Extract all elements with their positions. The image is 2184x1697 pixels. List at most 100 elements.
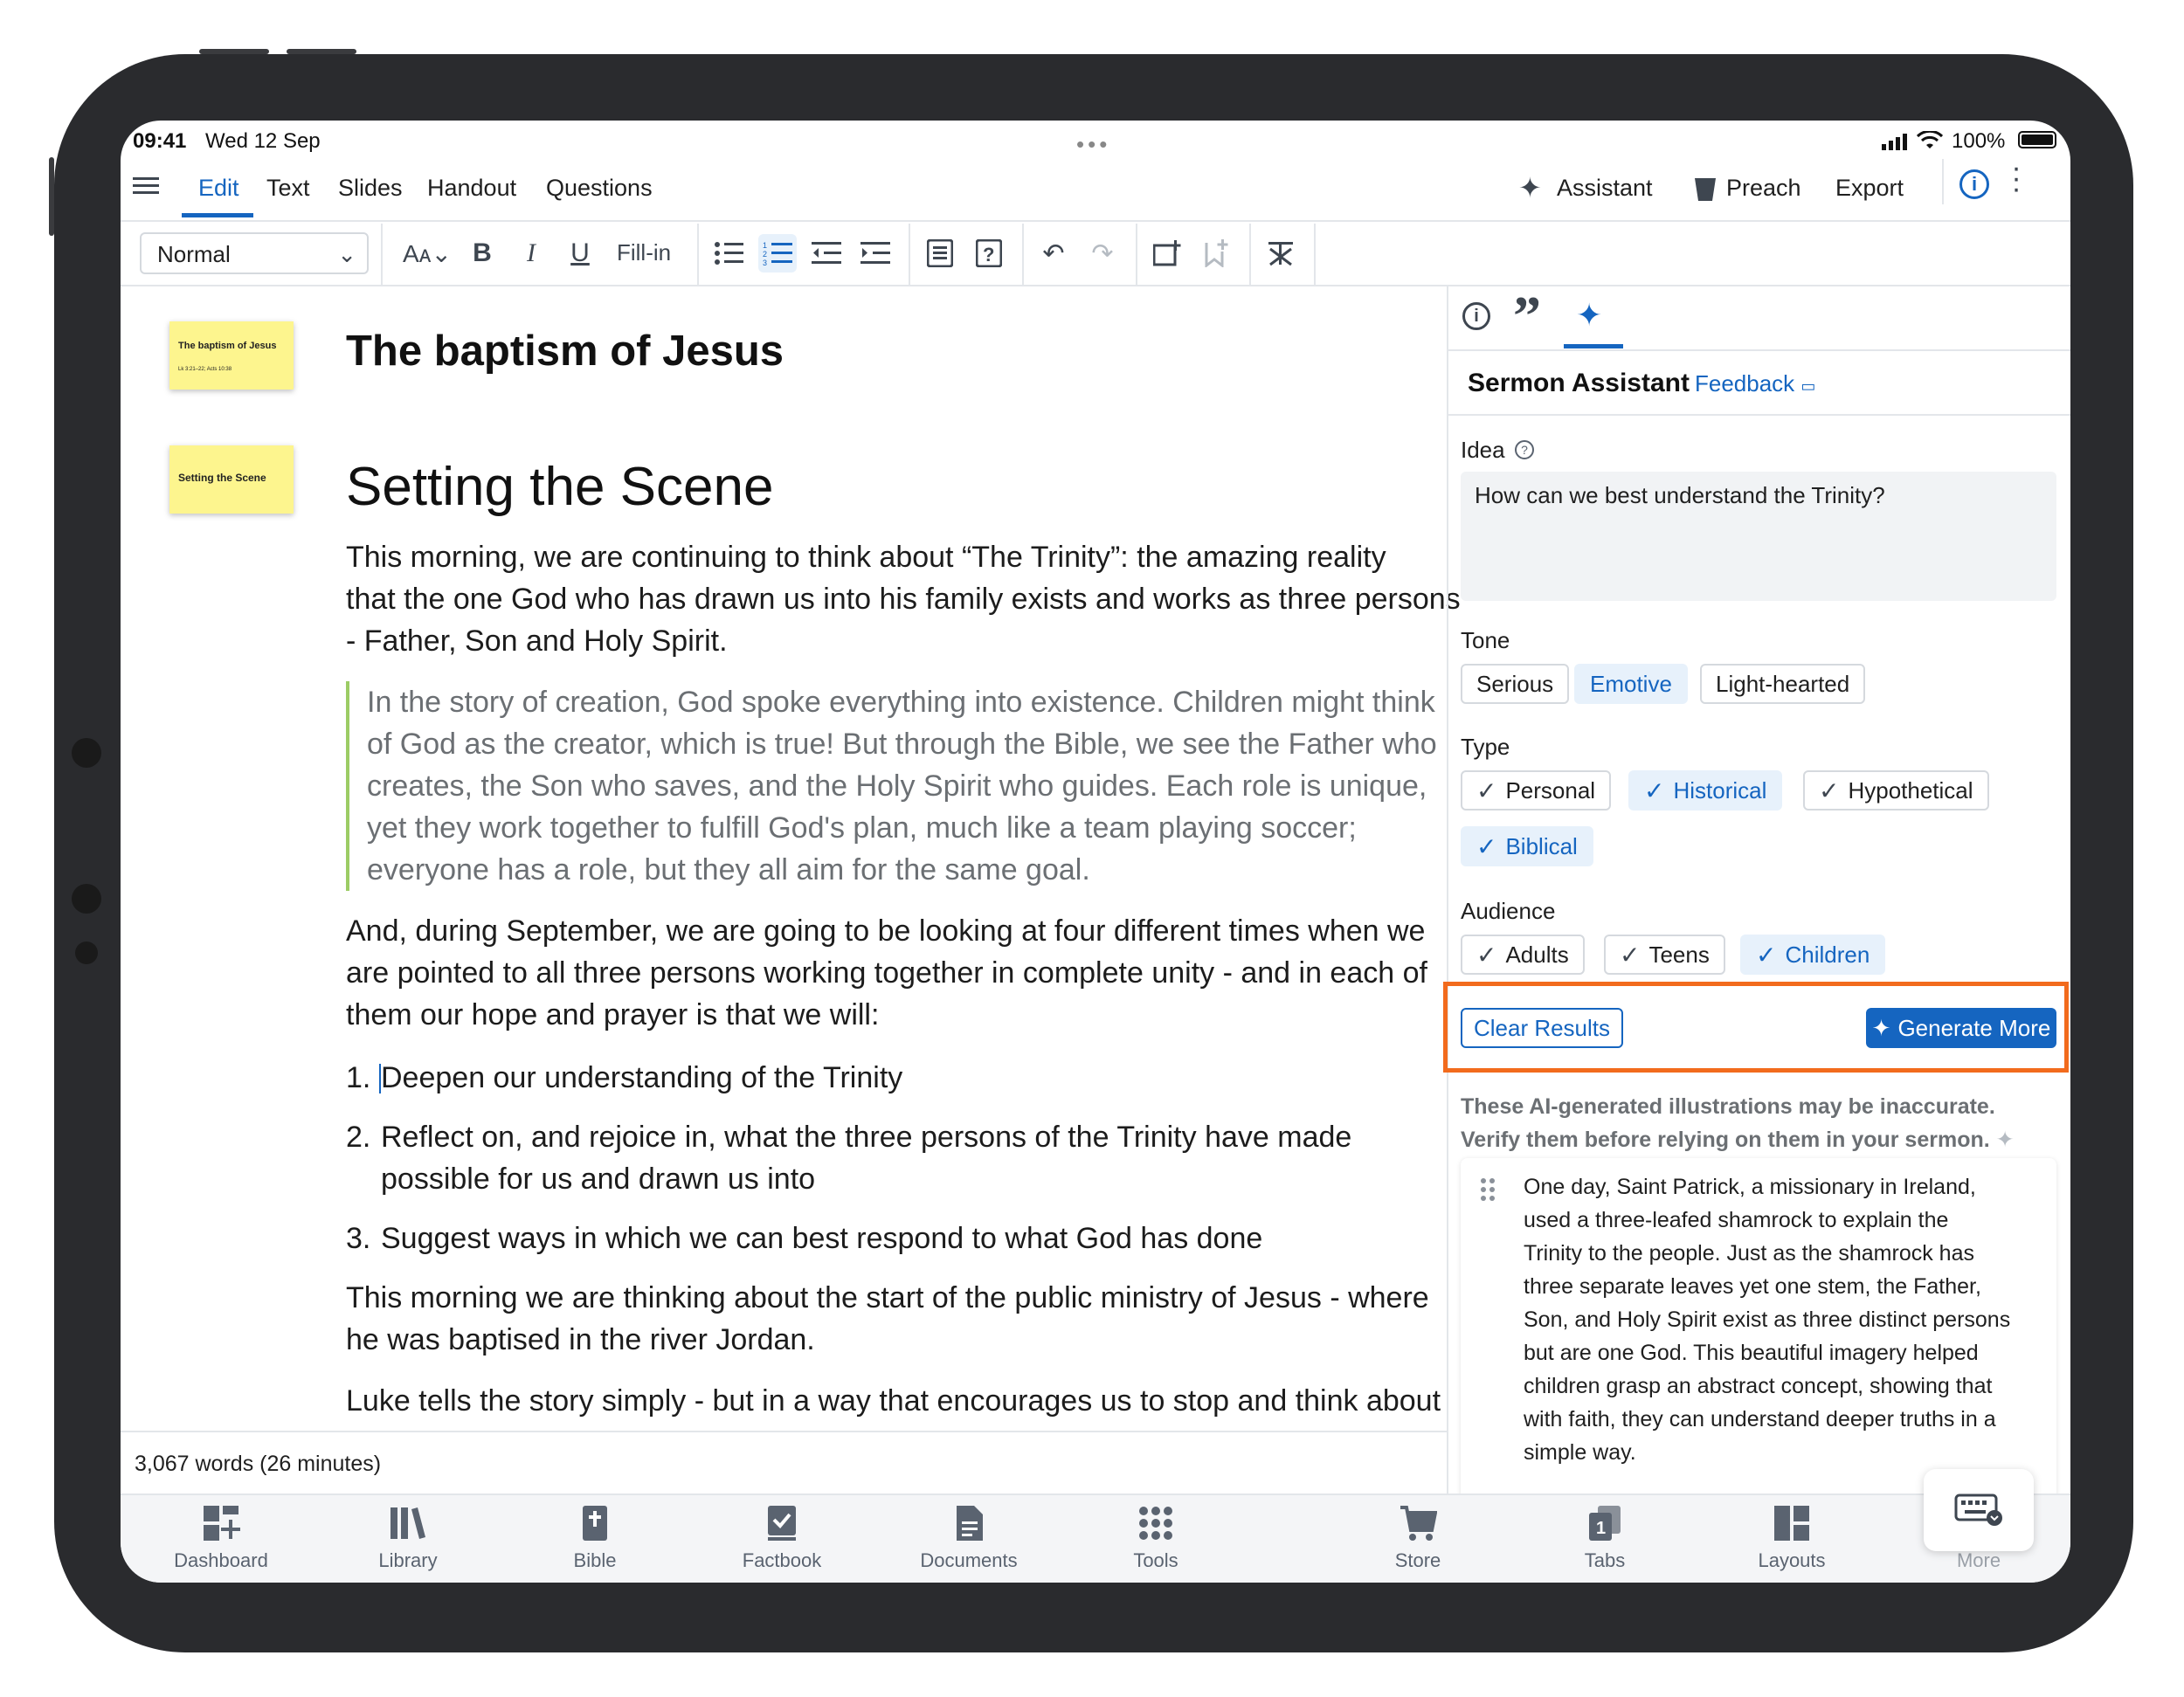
- audience-chip-adults[interactable]: ✓ Adults: [1461, 935, 1585, 975]
- menu-handout[interactable]: Handout: [427, 175, 516, 202]
- clear-results-button[interactable]: Clear Results: [1461, 1008, 1623, 1048]
- quote-line: creates, the Son who saves, and the Holy…: [367, 769, 1427, 803]
- paragraph[interactable]: This morning we are thinking about the s…: [346, 1277, 1429, 1361]
- tab-dashboard[interactable]: Dashboard: [160, 1504, 282, 1572]
- assistant-button[interactable]: Assistant: [1557, 175, 1653, 202]
- generate-more-label: Generate More: [1897, 1014, 2051, 1041]
- pulpit-icon: [1693, 176, 1717, 207]
- type-chip-biblical[interactable]: ✓ Biblical: [1461, 826, 1593, 866]
- toolbar-divider: [909, 224, 910, 285]
- bold-icon[interactable]: B: [463, 234, 501, 272]
- tab-tools[interactable]: Tools: [1095, 1504, 1217, 1572]
- undo-icon[interactable]: ↶: [1034, 234, 1073, 272]
- status-time: 09:41: [133, 129, 187, 153]
- paragraph[interactable]: And, during September, we are going to b…: [346, 910, 1427, 1036]
- audience-chip-teens[interactable]: ✓ Teens: [1604, 935, 1725, 975]
- indent-icon[interactable]: [856, 234, 895, 272]
- feedback-link[interactable]: Feedback ▭: [1695, 370, 1815, 397]
- slide-thumbnail[interactable]: Setting the Scene: [169, 445, 294, 514]
- tab-bible[interactable]: Bible: [534, 1504, 656, 1572]
- handout-block-icon[interactable]: [921, 234, 959, 272]
- tab-label: More: [1956, 1549, 2001, 1571]
- type-chip-hypothetical[interactable]: ✓ Hypothetical: [1803, 770, 1989, 811]
- export-button[interactable]: Export: [1835, 175, 1904, 202]
- generate-more-button[interactable]: ✦ Generate More: [1866, 1008, 2056, 1048]
- menu-text[interactable]: Text: [266, 175, 310, 202]
- result-line: three separate leaves yet one stem, the …: [1524, 1274, 1981, 1299]
- add-bookmark-icon[interactable]: [1197, 234, 1235, 272]
- hamburger-menu-icon[interactable]: [133, 173, 159, 198]
- bullet-list-icon[interactable]: [709, 234, 748, 272]
- volume-button: [199, 49, 269, 54]
- tone-chip-light-hearted[interactable]: Light-hearted: [1700, 664, 1866, 704]
- type-chip-historical[interactable]: ✓ Historical: [1628, 770, 1783, 811]
- preach-button[interactable]: Preach: [1726, 175, 1801, 202]
- list-item[interactable]: Suggest ways in which we can best respon…: [381, 1218, 1262, 1259]
- list-item[interactable]: Deepen our understanding of the Trinity: [381, 1057, 902, 1099]
- paragraph[interactable]: This morning, we are continuing to think…: [346, 536, 1461, 662]
- clear-formatting-icon[interactable]: [1261, 234, 1300, 272]
- underline-icon[interactable]: U: [561, 234, 599, 272]
- check-icon: ✓: [1476, 832, 1497, 860]
- paragraph-style-value: Normal: [157, 241, 231, 267]
- tab-store[interactable]: Store: [1357, 1504, 1479, 1572]
- section-heading[interactable]: Setting the Scene: [346, 456, 773, 518]
- paragraph[interactable]: Luke tells the story simply - but in a w…: [346, 1380, 1441, 1418]
- more-vertical-icon[interactable]: · · ·: [2008, 153, 2025, 204]
- wifi-icon: [1916, 129, 1944, 155]
- idea-input[interactable]: How can we best understand the Trinity?: [1461, 472, 2056, 601]
- list-item[interactable]: Reflect on, and rejoice in, what the thr…: [381, 1116, 1351, 1200]
- disclaimer-line: Verify them before relying on them in yo…: [1461, 1128, 1990, 1152]
- audience-label: Audience: [1461, 898, 1556, 924]
- add-slide-icon[interactable]: [1148, 234, 1186, 272]
- comment-icon: ▭: [1800, 377, 1816, 395]
- screen: 09:41 Wed 12 Sep ••• 100% Edit Text Slid…: [121, 121, 2070, 1583]
- menu-questions[interactable]: Questions: [546, 175, 653, 202]
- assistant-tab-icon[interactable]: ✦: [1576, 297, 1602, 334]
- type-chip-personal[interactable]: ✓ Personal: [1461, 770, 1612, 811]
- tone-chip-serious[interactable]: Serious: [1461, 664, 1570, 704]
- block-quote[interactable]: In the story of creation, God spoke ever…: [346, 681, 1437, 891]
- numbered-list-icon[interactable]: 123: [758, 234, 797, 272]
- question-block-icon[interactable]: ?: [970, 234, 1008, 272]
- word-count: 3,067 words (26 minutes): [135, 1452, 382, 1476]
- feedback-label: Feedback: [1695, 370, 1795, 397]
- toolbar-divider: [1249, 224, 1251, 285]
- document-title[interactable]: The baptism of Jesus: [346, 327, 784, 376]
- tab-library[interactable]: Library: [347, 1504, 469, 1572]
- slide-thumbnail[interactable]: The baptism of Jesus Lk 3:21–22; Acts 10…: [169, 321, 294, 390]
- tab-factbook[interactable]: Factbook: [721, 1504, 843, 1572]
- idea-input-value: How can we best understand the Trinity?: [1475, 482, 1885, 508]
- menu-slides[interactable]: Slides: [338, 175, 403, 202]
- paragraph-style-select[interactable]: Normal ⌄: [140, 232, 369, 274]
- fill-in-button[interactable]: Fill-in: [617, 239, 671, 266]
- tab-layouts[interactable]: Layouts: [1731, 1504, 1853, 1572]
- audience-chip-children[interactable]: ✓ Children: [1740, 935, 1886, 975]
- ai-disclaimer: These AI-generated illustrations may be …: [1461, 1090, 2015, 1156]
- keyboard-toggle-button[interactable]: [1924, 1469, 2034, 1551]
- help-icon[interactable]: ?: [1515, 440, 1534, 459]
- outdent-icon[interactable]: [807, 234, 846, 272]
- tab-documents[interactable]: Documents: [908, 1504, 1030, 1572]
- chip-label: Emotive: [1590, 670, 1672, 697]
- drag-handle-icon[interactable]: [1480, 1177, 1496, 1206]
- menu-edit[interactable]: Edit: [198, 175, 239, 202]
- check-icon: ✓: [1756, 941, 1777, 969]
- panel-header-border: [1448, 414, 2070, 416]
- tone-chip-emotive[interactable]: Emotive: [1574, 664, 1688, 704]
- info-icon[interactable]: i: [1959, 169, 1989, 199]
- menu-divider: [1942, 159, 1944, 204]
- side-sensor: [75, 942, 98, 964]
- tab-tabs[interactable]: 1 Tabs: [1544, 1504, 1666, 1572]
- panel-title: Sermon Assistant: [1468, 369, 1690, 397]
- tab-label: Dashboard: [174, 1549, 268, 1571]
- font-size-icon[interactable]: Aᴀ⌄: [397, 234, 458, 272]
- multitask-dots-icon[interactable]: •••: [1076, 131, 1110, 158]
- paragraph-line: - Father, Son and Holy Spirit.: [346, 624, 728, 658]
- quote-tab-icon[interactable]: ”: [1513, 288, 1541, 344]
- chip-label: Light-hearted: [1716, 670, 1850, 697]
- chip-label: Children: [1785, 941, 1870, 968]
- redo-icon[interactable]: ↷: [1083, 234, 1122, 272]
- italic-icon[interactable]: I: [512, 234, 550, 272]
- info-tab-icon[interactable]: i: [1462, 302, 1490, 330]
